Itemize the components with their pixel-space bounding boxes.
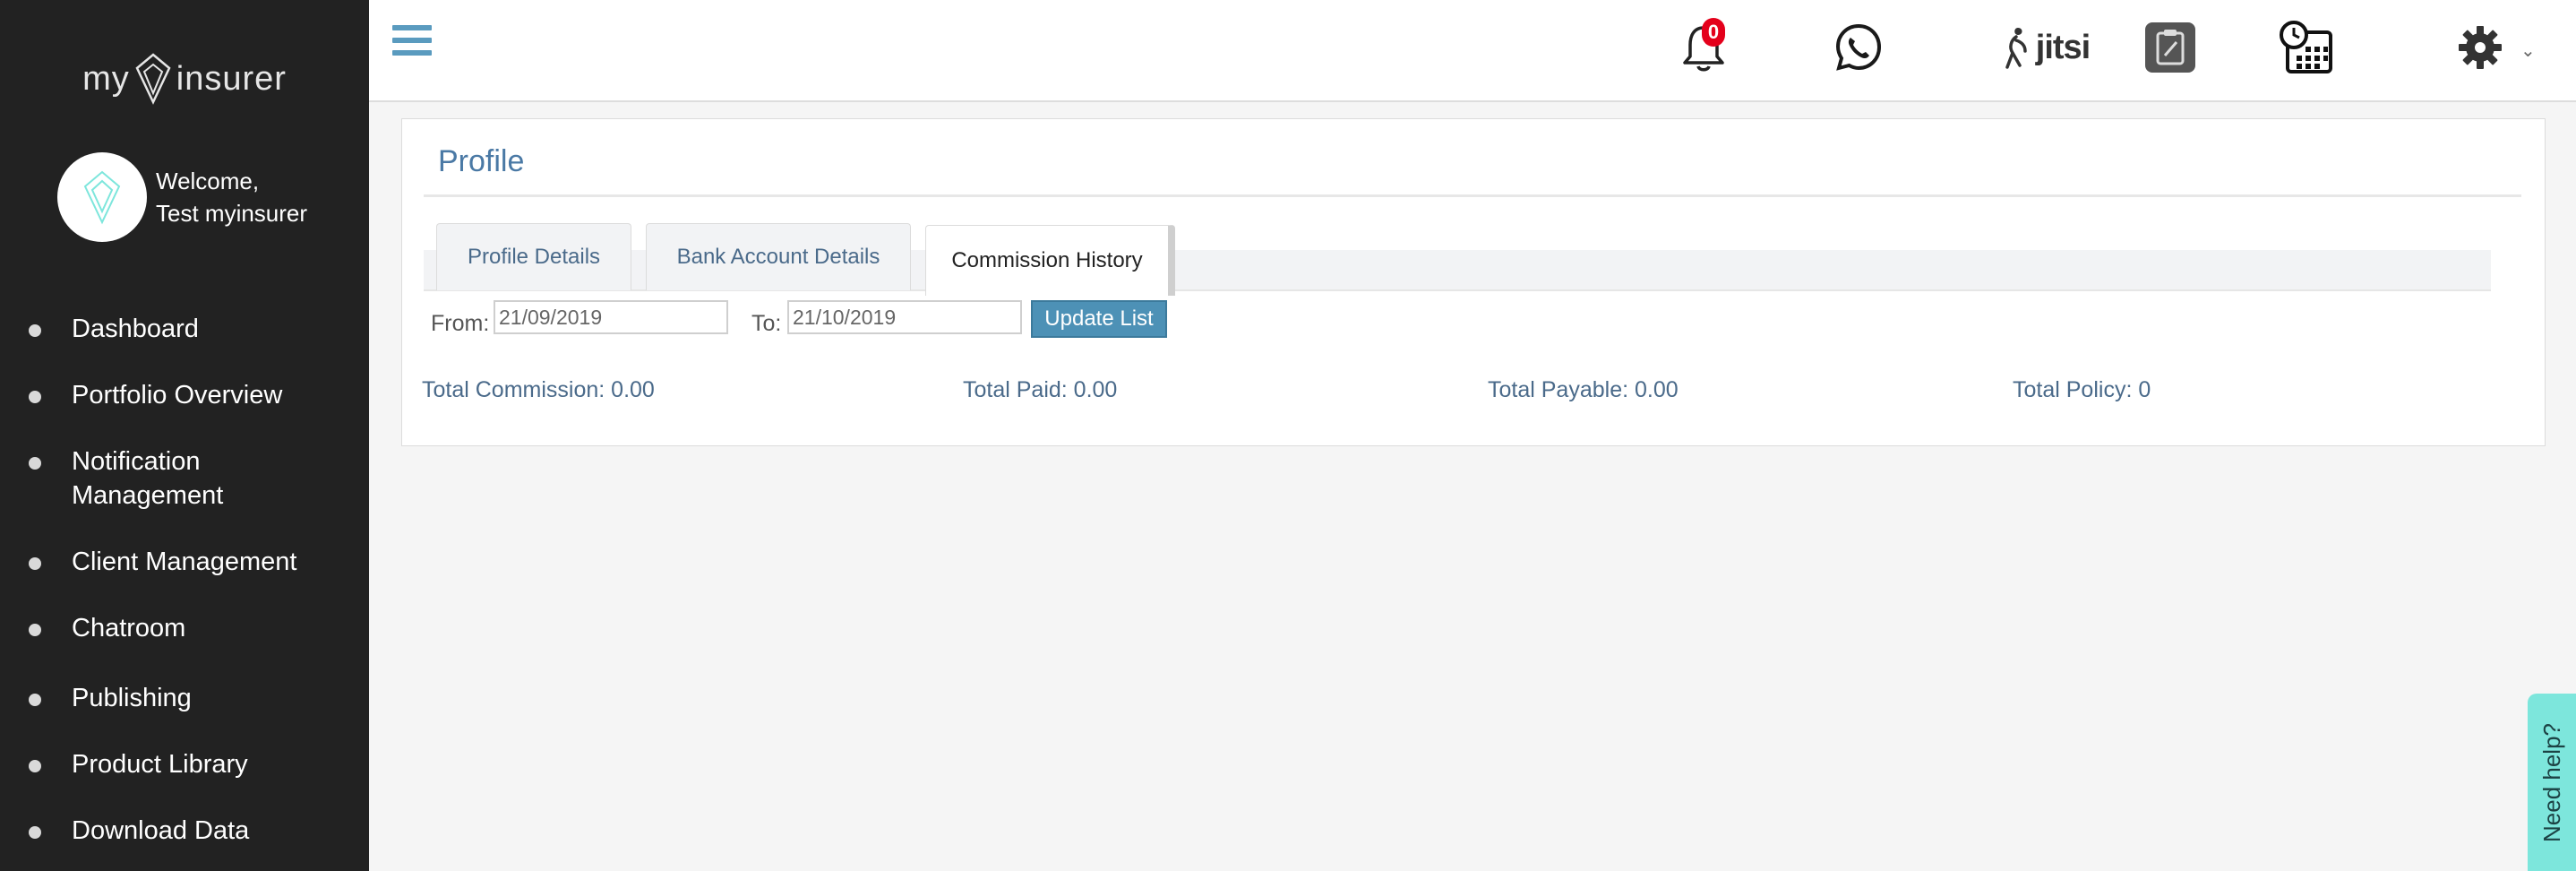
total-payable: Total Payable: 0.00: [1488, 377, 1679, 402]
sidebar-item-label: Publishing: [72, 684, 192, 712]
bullet-icon: [29, 694, 41, 706]
total-commission: Total Commission: 0.00: [422, 377, 655, 402]
sidebar-item-label: Product Library: [72, 750, 248, 779]
sidebar-item-publishing[interactable]: Publishing: [0, 681, 369, 717]
whatsapp-glyph-icon: [1835, 23, 1882, 71]
sidebar-item-client-management[interactable]: Client Management: [0, 545, 369, 581]
need-help-label: Need help?: [2537, 722, 2565, 842]
bullet-icon: [29, 557, 41, 570]
gear-icon[interactable]: [2454, 16, 2506, 79]
sidebar-item-chatroom[interactable]: Chatroom: [0, 611, 369, 647]
menu-icon[interactable]: [392, 25, 432, 57]
sidebar-item-label: Notification: [72, 447, 201, 476]
welcome-line: Welcome,: [156, 168, 260, 194]
bullet-icon: [29, 324, 41, 337]
clipboard-icon[interactable]: [2142, 16, 2198, 79]
tab-profile-details[interactable]: Profile Details: [436, 223, 631, 290]
top-bar: 0 jitsi ⌄: [369, 0, 2576, 102]
total-policy: Total Policy: 0: [2013, 377, 2151, 402]
bullet-icon: [29, 826, 41, 839]
logo-text-right: insurer: [176, 59, 287, 98]
avatar[interactable]: [57, 152, 147, 242]
page-title: Profile: [438, 144, 525, 178]
need-help-button[interactable]: Need help?: [2528, 694, 2576, 871]
jitsi-label: jitsi: [2035, 28, 2091, 66]
clipboard-glyph-icon: [2145, 22, 2195, 73]
sidebar-item-product-library[interactable]: Product Library: [0, 747, 369, 783]
sidebar-item-portfolio-overview[interactable]: Portfolio Overview: [0, 378, 369, 414]
bullet-icon: [29, 457, 41, 470]
calendar-clock-icon[interactable]: [2277, 16, 2336, 79]
profile-panel: Profile Profile Details Bank Account Det…: [401, 118, 2546, 446]
notification-count-badge: 0: [1702, 18, 1725, 47]
user-name: Test myinsurer: [156, 200, 308, 227]
bullet-icon: [29, 624, 41, 636]
bullet-icon: [29, 760, 41, 772]
brand-logo[interactable]: my insurer: [0, 52, 369, 106]
sidebar-item-label: Client Management: [72, 548, 297, 576]
sidebar-item-label: Download Data: [72, 816, 250, 845]
sidebar-item-label: Portfolio Overview: [72, 381, 283, 410]
logo-text-left: my: [82, 59, 130, 98]
gear-glyph-icon: [2459, 26, 2502, 69]
jitsi-figure-icon: [2005, 28, 2027, 69]
update-list-button[interactable]: Update List: [1031, 300, 1167, 338]
from-date-input[interactable]: [494, 300, 728, 334]
whatsapp-icon[interactable]: [1831, 16, 1886, 79]
from-label: From:: [431, 311, 490, 336]
diamond-logo-icon: [135, 53, 171, 105]
to-label: To:: [751, 311, 782, 336]
bullet-icon: [29, 391, 41, 403]
tab-commission-history[interactable]: Commission History: [925, 225, 1175, 296]
sidebar-item-dashboard[interactable]: Dashboard: [0, 312, 369, 348]
sidebar: my insurer Welcome, Test myinsurer Dashb…: [0, 0, 369, 871]
welcome-text: Welcome, Test myinsurer: [156, 165, 307, 229]
sidebar-item-label: Chatroom: [72, 614, 186, 642]
sidebar-item-label-line2: Management: [72, 481, 224, 510]
to-date-input[interactable]: [787, 300, 1022, 334]
diamond-avatar-icon: [83, 170, 121, 225]
calendar-clock-glyph-icon: [2280, 21, 2332, 73]
sidebar-item-notification-management[interactable]: Notification Management: [0, 444, 369, 514]
sidebar-item-download-data[interactable]: Download Data: [0, 814, 369, 849]
tab-bank-account-details[interactable]: Bank Account Details: [646, 223, 911, 290]
total-paid: Total Paid: 0.00: [963, 377, 1118, 402]
chevron-down-icon[interactable]: ⌄: [2520, 39, 2536, 62]
jitsi-icon[interactable]: jitsi: [1988, 16, 2099, 79]
title-divider: [424, 194, 2521, 197]
sidebar-item-label: Dashboard: [72, 315, 199, 343]
